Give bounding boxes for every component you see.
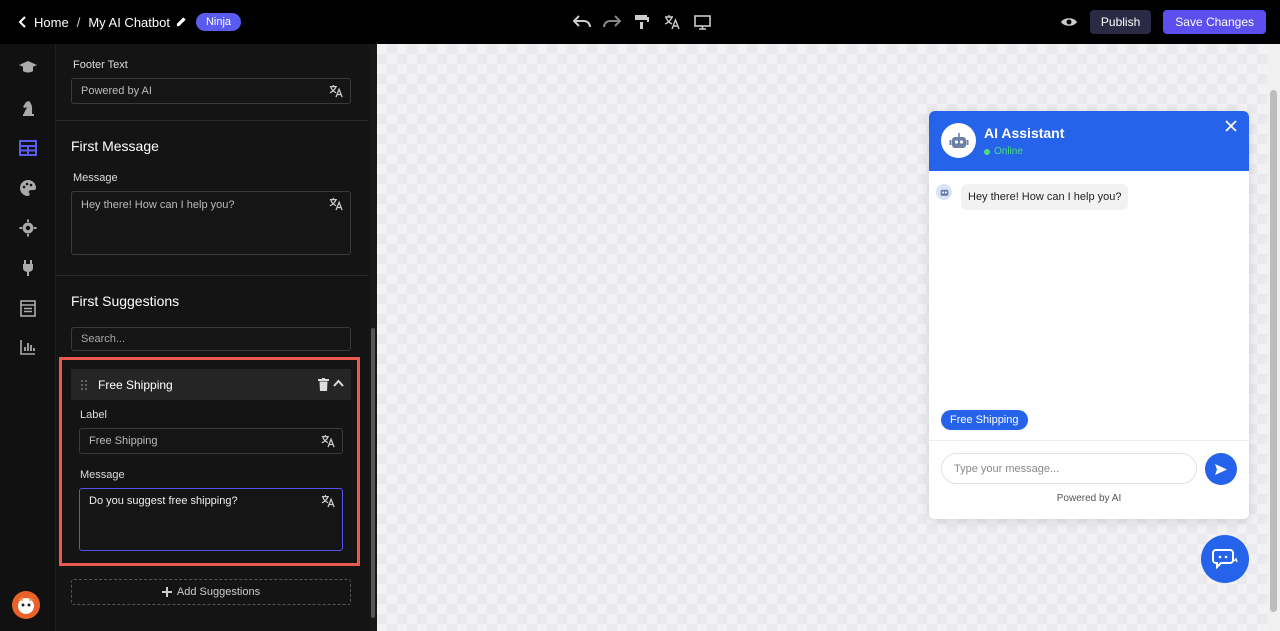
bot-message-avatar: [936, 184, 952, 200]
search-placeholder: Search...: [81, 333, 126, 345]
pencil-icon[interactable]: [176, 16, 188, 28]
chat-widget-preview: AI Assistant Online Hey there! How can I…: [929, 111, 1249, 519]
plan-badge: Ninja: [195, 13, 242, 31]
section-divider: [56, 275, 368, 276]
translate-icon[interactable]: [321, 494, 335, 508]
bot-greeting-message: Hey there! How can I help you?: [961, 184, 1129, 210]
robot-icon: [940, 189, 948, 196]
bot-avatar: [941, 123, 976, 158]
panel-scrollbar[interactable]: [369, 44, 377, 631]
top-actions: Publish Save Changes: [1060, 10, 1266, 34]
settings-panel: Footer Text Powered by AI First Message …: [56, 44, 377, 631]
footer-text-value: Powered by AI: [81, 85, 152, 97]
add-suggestions-label: Add Suggestions: [176, 586, 261, 598]
first-message-heading: First Message: [71, 138, 159, 154]
chat-widget-header: AI Assistant Online: [929, 111, 1249, 171]
paint-format-icon[interactable]: [632, 12, 652, 32]
translate-icon[interactable]: [329, 84, 343, 98]
layout-grid-icon[interactable]: [18, 138, 38, 158]
suggestion-title: Free Shipping: [98, 377, 173, 392]
gear-icon[interactable]: [18, 218, 38, 238]
section-divider: [56, 120, 368, 121]
assistant-name: AI Assistant: [984, 125, 1065, 141]
graduation-cap-icon[interactable]: [18, 58, 38, 78]
chevron-left-icon[interactable]: [16, 15, 30, 29]
send-icon: [1215, 463, 1227, 475]
footer-text-input[interactable]: Powered by AI: [71, 78, 351, 104]
translate-icon[interactable]: [329, 197, 343, 211]
chevron-up-icon[interactable]: [333, 379, 344, 387]
suggestions-search-input[interactable]: Search...: [71, 327, 351, 351]
plus-icon: [161, 587, 172, 597]
first-suggestions-heading: First Suggestions: [71, 293, 180, 309]
canvas-scrollbar[interactable]: [1267, 44, 1280, 631]
eye-icon[interactable]: [1060, 13, 1078, 31]
translate-icon[interactable]: [321, 434, 335, 448]
footer-text-label: Footer Text: [73, 59, 128, 71]
message-label: Message: [73, 172, 118, 184]
status-text: Online: [994, 146, 1023, 157]
breadcrumb: Home / My AI Chatbot Ninja: [16, 0, 242, 44]
redo-icon[interactable]: [602, 12, 622, 32]
suggestion-item-header[interactable]: Free Shipping: [71, 369, 351, 400]
suggestion-chip[interactable]: Free Shipping: [941, 410, 1028, 430]
suggestion-message-textarea[interactable]: Do you suggest free shipping?: [79, 488, 343, 551]
user-avatar[interactable]: [12, 591, 40, 619]
home-link[interactable]: Home: [34, 15, 69, 30]
suggestion-message-value: Do you suggest free shipping?: [89, 495, 238, 507]
monitor-icon[interactable]: [692, 12, 712, 32]
first-message-value: Hey there! How can I help you?: [81, 199, 235, 211]
chat-input-placeholder: Type your message...: [954, 462, 1060, 475]
status-dot: [984, 148, 990, 155]
undo-icon[interactable]: [572, 12, 592, 32]
first-message-textarea[interactable]: Hey there! How can I help you?: [71, 191, 351, 255]
canvas-scrollbar-thumb[interactable]: [1270, 90, 1277, 612]
editor-toolbar: [572, 12, 712, 32]
palette-icon[interactable]: [18, 178, 38, 198]
translate-icon[interactable]: [662, 12, 682, 32]
close-icon[interactable]: [1225, 119, 1237, 132]
chat-launcher-button[interactable]: [1201, 535, 1249, 583]
add-suggestions-button[interactable]: Add Suggestions: [71, 579, 351, 605]
bar-chart-icon[interactable]: [18, 337, 38, 357]
widget-divider: [929, 440, 1249, 441]
top-bar: Home / My AI Chatbot Ninja Publish Save …: [0, 0, 1280, 44]
trash-icon[interactable]: [318, 378, 329, 391]
drag-handle-icon[interactable]: [80, 379, 88, 391]
plug-icon[interactable]: [18, 258, 38, 278]
chat-bubbles-icon: [1212, 549, 1238, 570]
breadcrumb-separator: /: [76, 14, 81, 30]
chess-knight-icon[interactable]: [18, 98, 38, 118]
suggestion-label-input[interactable]: Free Shipping: [79, 428, 343, 454]
publish-button[interactable]: Publish: [1089, 10, 1152, 34]
calendar-list-icon[interactable]: [18, 298, 38, 318]
chatbot-title: My AI Chatbot: [88, 14, 170, 30]
send-button[interactable]: [1205, 453, 1237, 485]
powered-by-text: Powered by AI: [1056, 493, 1122, 504]
suggestion-label-value: Free Shipping: [89, 435, 158, 447]
left-rail: [0, 44, 56, 631]
suggestion-message-label: Message: [80, 469, 125, 481]
online-status: Online: [984, 146, 1023, 157]
panel-scrollbar-thumb[interactable]: [371, 328, 375, 618]
suggestion-label-label: Label: [80, 409, 107, 421]
robot-icon: [949, 132, 968, 148]
chat-message-input[interactable]: Type your message...: [941, 453, 1197, 484]
save-changes-button[interactable]: Save Changes: [1163, 10, 1266, 34]
